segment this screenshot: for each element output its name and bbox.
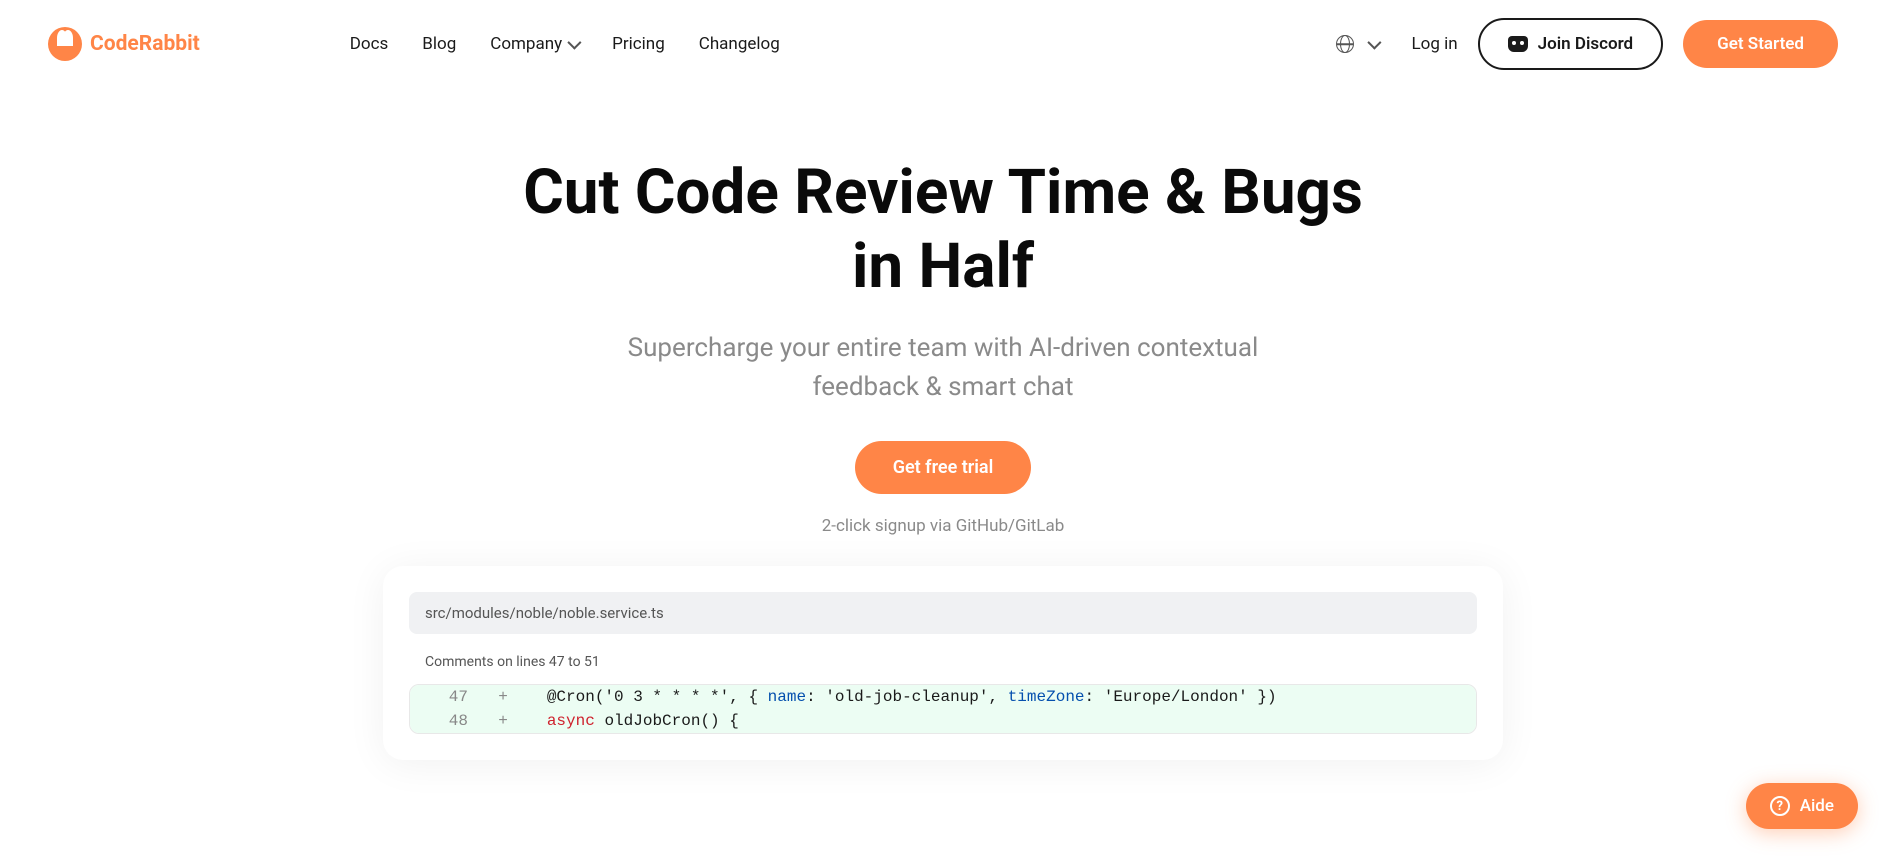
nav-company[interactable]: Company	[490, 34, 578, 54]
code-preview-card: src/modules/noble/noble.service.ts Comme…	[383, 566, 1503, 760]
nav-pricing[interactable]: Pricing	[612, 34, 665, 54]
nav-company-label: Company	[490, 34, 562, 54]
code-line: 48 + async oldJobCron() {	[410, 709, 1476, 733]
comments-range-label: Comments on lines 47 to 51	[409, 654, 1477, 670]
discord-icon	[1508, 36, 1528, 52]
globe-icon	[1336, 35, 1354, 53]
nav-blog[interactable]: Blog	[422, 34, 456, 54]
hero-section: Cut Code Review Time & Bugs in Half Supe…	[0, 156, 1886, 536]
get-free-trial-button[interactable]: Get free trial	[855, 441, 1032, 494]
help-widget[interactable]: ? Aide	[1746, 783, 1858, 829]
rabbit-icon	[48, 27, 82, 61]
site-header: CodeRabbit Docs Blog Company Pricing Cha…	[0, 0, 1886, 88]
help-label: Aide	[1800, 796, 1834, 816]
get-started-button[interactable]: Get Started	[1683, 20, 1838, 68]
header-right: Log in Join Discord Get Started	[1336, 18, 1838, 70]
language-switcher[interactable]	[1336, 35, 1378, 53]
hero-title: Cut Code Review Time & Bugs in Half	[493, 156, 1393, 305]
code-content: @Cron('0 3 * * * *', { name: 'old-job-cl…	[518, 688, 1476, 706]
brand-name: CodeRabbit	[90, 32, 200, 56]
code-content: async oldJobCron() {	[518, 712, 1476, 730]
help-icon: ?	[1770, 796, 1790, 816]
file-path: src/modules/noble/noble.service.ts	[409, 592, 1477, 634]
main-nav: Docs Blog Company Pricing Changelog	[350, 34, 780, 54]
nav-docs[interactable]: Docs	[350, 34, 389, 54]
line-number: 48	[410, 712, 488, 730]
brand-logo[interactable]: CodeRabbit	[48, 27, 200, 61]
chevron-down-icon	[1367, 36, 1381, 50]
code-block: 47 + @Cron('0 3 * * * *', { name: 'old-j…	[409, 684, 1477, 734]
signup-note: 2-click signup via GitHub/GitLab	[0, 516, 1886, 536]
join-discord-button[interactable]: Join Discord	[1478, 18, 1663, 70]
hero-subtitle: Supercharge your entire team with AI-dri…	[593, 329, 1293, 407]
diff-plus: +	[488, 688, 518, 706]
diff-plus: +	[488, 712, 518, 730]
join-discord-label: Join Discord	[1538, 34, 1633, 54]
nav-changelog[interactable]: Changelog	[699, 34, 780, 54]
line-number: 47	[410, 688, 488, 706]
login-link[interactable]: Log in	[1412, 34, 1458, 54]
chevron-down-icon	[567, 36, 581, 50]
code-line: 47 + @Cron('0 3 * * * *', { name: 'old-j…	[410, 685, 1476, 709]
